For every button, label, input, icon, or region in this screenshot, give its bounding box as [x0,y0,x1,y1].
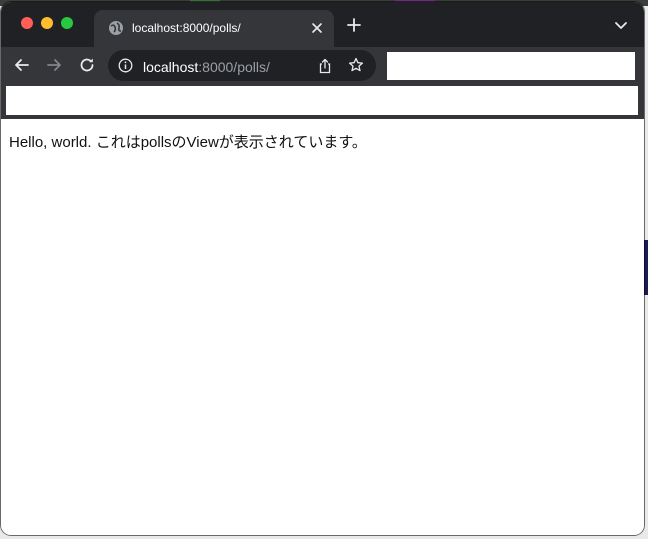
browser-window: localhost:8000/polls/ localhost:8000/pol… [1,2,644,535]
reload-icon[interactable] [78,56,96,74]
page-content: Hello, world. これはpollsのViewが表示されています。 [1,119,644,535]
desktop-background [644,240,648,295]
url-path: :8000/polls/ [198,59,270,75]
url-text: localhost:8000/polls/ [143,59,270,75]
close-tab-icon[interactable] [308,19,326,37]
address-bar[interactable]: localhost:8000/polls/ [108,50,376,81]
secondary-bar [1,83,644,119]
secondary-bar-blank-area [6,86,638,115]
close-window-button[interactable] [21,17,33,29]
tab-active[interactable]: localhost:8000/polls/ [94,10,334,47]
tab-strip: localhost:8000/polls/ [1,2,644,47]
back-icon[interactable] [13,56,31,74]
share-icon[interactable] [318,58,332,74]
toolbar: localhost:8000/polls/ [1,47,644,83]
new-tab-icon[interactable] [346,17,362,33]
forward-icon[interactable] [45,56,63,74]
page-message: Hello, world. これはpollsのViewが表示されています。 [9,134,367,151]
maximize-window-button[interactable] [61,17,73,29]
tab-title: localhost:8000/polls/ [132,21,241,35]
info-icon[interactable] [118,58,133,73]
minimize-window-button[interactable] [41,17,53,29]
star-icon[interactable] [348,57,364,73]
url-host: localhost [143,59,199,75]
toolbar-blank-area [387,52,635,80]
globe-icon [109,21,123,35]
chevron-down-icon[interactable] [614,21,628,31]
